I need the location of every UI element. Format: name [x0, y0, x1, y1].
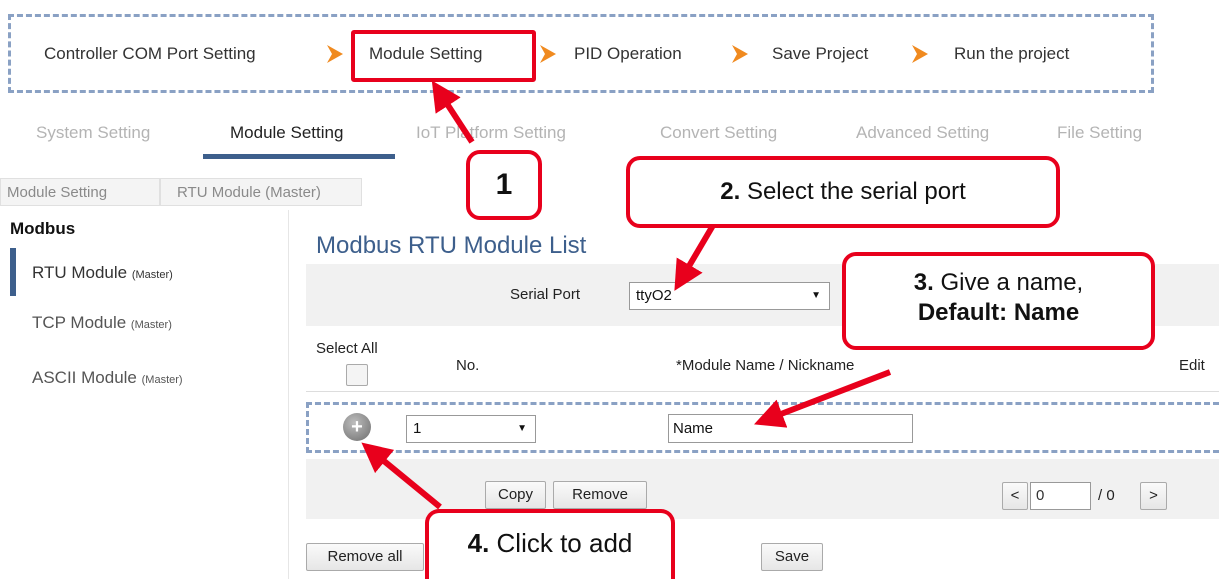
sidebar-item-rtu-module[interactable]: RTU Module (Master) [32, 263, 173, 283]
sidebar-item-label: ASCII Module [32, 368, 137, 387]
sidebar-item-tcp-module[interactable]: TCP Module (Master) [32, 313, 172, 333]
serial-port-value: ttyO2 [636, 287, 672, 304]
breadcrumb-rtu-module[interactable]: RTU Module (Master) [160, 178, 362, 206]
module-setting-highlight [351, 30, 536, 82]
callout-step-2: 2. Select the serial port [626, 156, 1060, 228]
wizard-flow: Controller COM Port Setting Module Setti… [8, 14, 1154, 93]
wizard-step-com-port[interactable]: Controller COM Port Setting [44, 17, 256, 90]
wizard-step-run-project[interactable]: Run the project [954, 17, 1069, 90]
save-button[interactable]: Save [761, 543, 823, 571]
tab-convert-setting[interactable]: Convert Setting [660, 104, 777, 162]
sidebar-active-indicator [10, 248, 16, 296]
remove-all-button[interactable]: Remove all [306, 543, 424, 571]
module-no-select[interactable]: 1 ▼ [406, 415, 536, 443]
page-total: / 0 [1098, 487, 1115, 504]
serial-port-label: Serial Port [510, 286, 581, 303]
column-module-name: *Module Name / Nickname [676, 357, 855, 374]
chevron-down-icon: ▼ [517, 423, 527, 434]
sidebar-item-ascii-module[interactable]: ASCII Module (Master) [32, 368, 183, 388]
chevron-down-icon: ▼ [811, 290, 821, 301]
sidebar-item-label: RTU Module [32, 263, 128, 282]
wizard-step-pid-operation[interactable]: PID Operation [574, 17, 682, 90]
active-tab-indicator [203, 154, 395, 159]
prev-page-button[interactable]: < [1002, 482, 1028, 510]
callout-step-1: 1 [466, 150, 542, 220]
module-name-input[interactable]: Name [668, 414, 913, 443]
chevron-right-icon [909, 43, 931, 65]
chevron-right-icon [729, 43, 751, 65]
wizard-step-save-project[interactable]: Save Project [772, 17, 868, 90]
column-edit: Edit [1179, 357, 1205, 374]
sidebar-divider [288, 210, 289, 579]
module-no-value: 1 [413, 420, 422, 437]
remove-button[interactable]: Remove [553, 481, 647, 509]
sidebar-item-suffix: (Master) [130, 319, 172, 331]
page-title: Modbus RTU Module List [316, 232, 587, 259]
sidebar-title: Modbus [10, 219, 76, 238]
sidebar-item-suffix: (Master) [131, 269, 173, 281]
add-icon[interactable]: + [343, 413, 371, 441]
chevron-right-icon [324, 43, 346, 65]
breadcrumb-module-setting[interactable]: Module Setting [0, 178, 160, 206]
tab-advanced-setting[interactable]: Advanced Setting [856, 104, 989, 162]
callout-step-4: 4. Click to add [425, 509, 675, 579]
column-no: No. [456, 357, 480, 374]
tab-file-setting[interactable]: File Setting [1057, 104, 1142, 162]
tab-system-setting[interactable]: System Setting [36, 104, 150, 162]
select-all-label: Select All [316, 340, 378, 357]
copy-button[interactable]: Copy [485, 481, 546, 509]
page-number-input[interactable]: 0 [1030, 482, 1091, 510]
next-page-button[interactable]: > [1140, 482, 1167, 510]
sidebar-item-label: TCP Module [32, 313, 127, 332]
sidebar-item-suffix: (Master) [141, 374, 183, 386]
serial-port-select[interactable]: ttyO2 ▼ [629, 282, 830, 310]
callout-step-3: 3. Give a name, Default: Name [842, 252, 1155, 350]
chevron-right-icon [537, 43, 559, 65]
select-all-checkbox[interactable] [346, 364, 368, 386]
tab-bar: System Setting Module Setting IoT Platfo… [0, 104, 1219, 162]
